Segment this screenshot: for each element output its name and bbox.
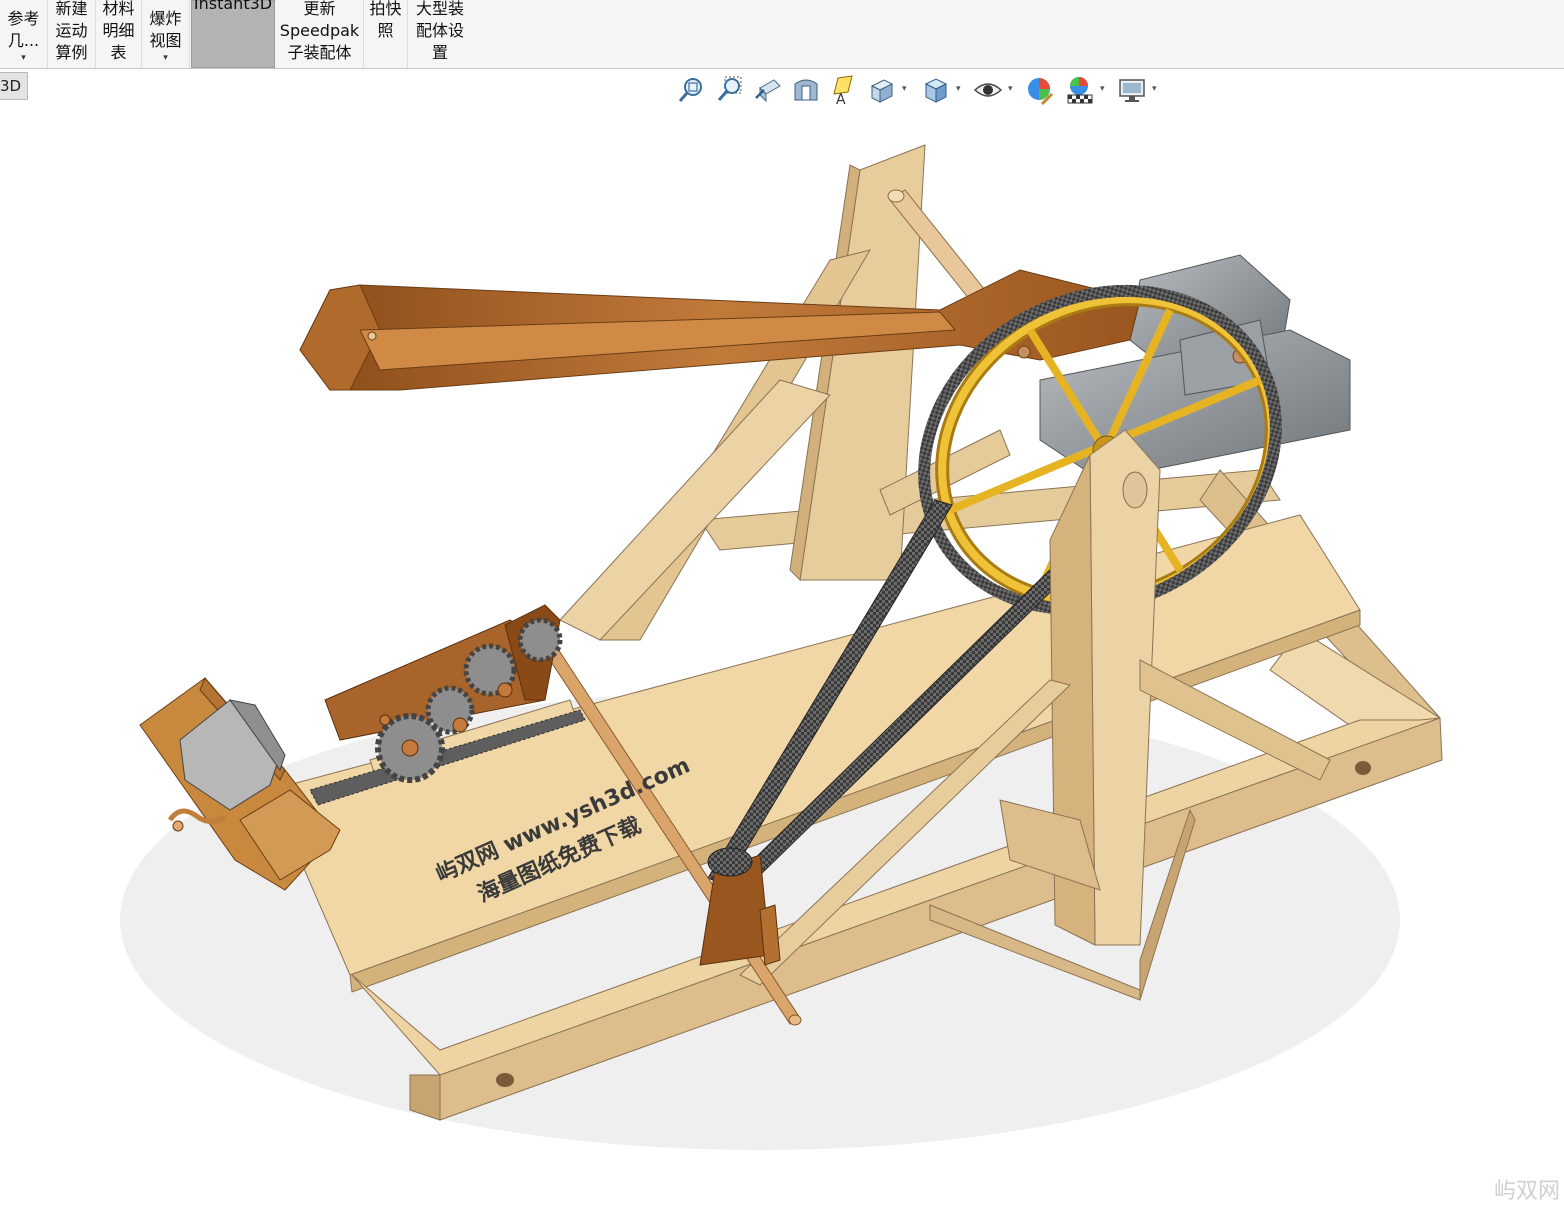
section-view-icon[interactable] xyxy=(790,74,822,106)
instant3d-button[interactable]: Instant3D xyxy=(191,0,275,68)
update-speedpak-button[interactable]: 更新 Speedpak 子装配体 xyxy=(276,0,364,68)
dropdown-arrow-icon[interactable]: ▾ xyxy=(1152,84,1157,94)
button-label-line: 运动 xyxy=(55,21,88,40)
button-label-line: Instant3D xyxy=(193,0,273,13)
button-label-line: 拍快 xyxy=(369,0,402,18)
bill-of-materials-button[interactable]: 材料 明细 表 xyxy=(96,0,142,68)
display-style-icon[interactable] xyxy=(920,74,952,106)
button-label-line: 几... xyxy=(7,31,40,50)
command-manager-ribbon: 参考 几... ▾ 新建 运动 算例 材料 明细 表 爆炸 视图 ▾ Insta… xyxy=(0,0,1564,69)
tab-3d-views[interactable]: 3D xyxy=(0,72,28,100)
button-label-line: 算例 xyxy=(55,43,88,62)
zoom-to-fit-icon[interactable] xyxy=(676,74,708,106)
take-snapshot-button[interactable]: 拍快 照 xyxy=(364,0,408,68)
button-label-line: 视图 xyxy=(149,31,182,50)
button-label-line: 明细 xyxy=(102,21,135,40)
button-label-line: 大型装 xyxy=(415,0,464,18)
button-label-line: 子装配体 xyxy=(287,43,352,62)
button-label-line xyxy=(383,42,388,64)
button-label-line: 材料 xyxy=(102,0,135,18)
dynamic-annotation-icon[interactable]: A xyxy=(828,74,860,108)
large-assembly-settings-button[interactable]: 大型装 配体设 置 xyxy=(408,0,472,68)
edit-appearance-icon[interactable] xyxy=(1024,74,1056,106)
catapult-model[interactable]: 屿双网 www.ysh3d.com 海量图纸免费下载 xyxy=(0,110,1564,1207)
button-label-line: 表 xyxy=(110,43,127,62)
dropdown-arrow-icon[interactable]: ▾ xyxy=(902,84,907,94)
button-label-line: 照 xyxy=(377,21,394,40)
view-orientation-icon[interactable] xyxy=(866,74,898,106)
view-settings-icon[interactable] xyxy=(1116,74,1148,106)
button-label-line: 更新 xyxy=(303,0,336,18)
dropdown-arrow-icon[interactable]: ▾ xyxy=(1100,84,1105,94)
button-label-line: 置 xyxy=(431,43,448,62)
new-motion-study-button[interactable]: 新建 运动 算例 xyxy=(48,0,96,68)
hide-show-items-icon[interactable] xyxy=(972,74,1004,106)
button-label-line: 配体设 xyxy=(415,21,464,40)
corner-watermark: 屿双网 xyxy=(1493,1179,1560,1204)
button-label-line: 参考 xyxy=(7,9,40,28)
graphics-area[interactable]: 屿双网 www.ysh3d.com 海量图纸免费下载 xyxy=(0,110,1564,1207)
svg-text:A: A xyxy=(836,92,846,106)
button-label-line: 新建 xyxy=(55,0,88,18)
dropdown-arrow-icon[interactable]: ▾ xyxy=(21,52,26,64)
button-label-line: 爆炸 xyxy=(149,9,182,28)
zoom-to-area-icon[interactable] xyxy=(714,74,746,106)
apply-scene-icon[interactable] xyxy=(1064,74,1096,106)
dropdown-arrow-icon[interactable]: ▾ xyxy=(163,52,168,64)
exploded-view-button[interactable]: 爆炸 视图 ▾ xyxy=(142,0,190,68)
button-label-line: Speedpak xyxy=(279,21,360,40)
heads-up-view-toolbar: A ▾ ▾ ▾ ▾ ▾ xyxy=(676,74,1166,108)
previous-view-icon[interactable] xyxy=(752,74,784,106)
dropdown-arrow-icon[interactable]: ▾ xyxy=(1008,84,1013,94)
dropdown-arrow-icon[interactable]: ▾ xyxy=(956,84,961,94)
reference-geometry-button[interactable]: 参考 几... ▾ xyxy=(0,0,48,68)
